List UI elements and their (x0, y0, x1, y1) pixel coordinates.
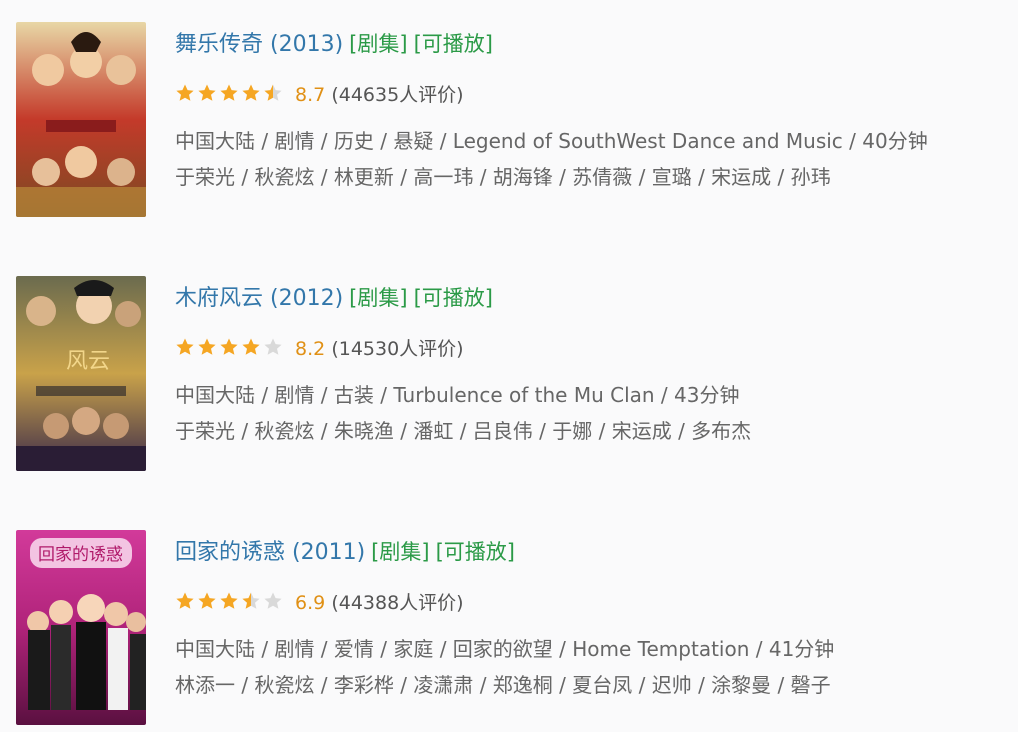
title-text: 木府风云 (175, 286, 264, 311)
item-info: 舞乐传奇 (2013) [剧集] [可播放] 8.7 (44635人评价) 中国大陆… (175, 22, 1018, 195)
year-text: (2011) (292, 540, 366, 565)
year-text: (2013) (270, 32, 344, 57)
cast-text: 于荣光 / 秋瓷炫 / 林更新 / 高一玮 / 胡海锋 / 苏倩薇 / 宣璐 /… (175, 165, 831, 189)
title-row: 木府风云 (2012) [剧集] [可播放] (175, 276, 1018, 320)
poster-art: 回家的诱惑 (16, 530, 146, 725)
list-item: 回家的诱惑 回家的诱惑 (2011) [剧集] [可播放] 6.9 (44388人 (0, 530, 1018, 730)
svg-text:风云: 风云 (66, 349, 110, 374)
tag-playable[interactable]: [可播放] (414, 286, 493, 310)
tag-series[interactable]: [剧集] (371, 540, 429, 564)
poster-image[interactable] (16, 22, 146, 217)
meta-text: 中国大陆 / 剧情 / 爱情 / 家庭 / 回家的欲望 / Home Tempt… (175, 637, 835, 661)
star-icon (198, 338, 216, 355)
rating-row: 8.2 (14530人评价) (175, 334, 1018, 364)
star-icon (264, 338, 282, 355)
star-icon (242, 592, 260, 609)
rating-row: 8.7 (44635人评价) (175, 80, 1018, 110)
star-rating-icon (175, 82, 285, 104)
title-link[interactable]: 木府风云 (2012) (175, 286, 343, 311)
votes-text[interactable]: (44635人评价) (331, 84, 463, 106)
star-icon (242, 84, 260, 101)
score-text: 6.9 (295, 592, 326, 614)
star-icon (264, 84, 282, 101)
star-icon (176, 338, 194, 355)
star-rating-icon (175, 336, 285, 358)
tag-series[interactable]: [剧集] (349, 286, 407, 310)
cast-text: 林添一 / 秋瓷炫 / 李彩桦 / 凌潇肃 / 郑逸桐 / 夏台凤 / 迟帅 /… (175, 673, 831, 697)
tag-playable[interactable]: [可播放] (436, 540, 515, 564)
title-row: 回家的诱惑 (2011) [剧集] [可播放] (175, 530, 1018, 574)
svg-text:回家的诱惑: 回家的诱惑 (38, 545, 123, 565)
star-icon (176, 84, 194, 101)
star-icon (176, 592, 194, 609)
meta-text: 中国大陆 / 剧情 / 古装 / Turbulence of the Mu Cl… (175, 383, 740, 407)
list-item: 舞乐传奇 (2013) [剧集] [可播放] 8.7 (44635人评价) 中国大陆… (0, 22, 1018, 222)
star-icon (220, 84, 238, 101)
poster-image[interactable]: 回家的诱惑 (16, 530, 146, 725)
star-icon (220, 338, 238, 355)
tag-series[interactable]: [剧集] (349, 32, 407, 56)
item-info: 木府风云 (2012) [剧集] [可播放] 8.2 (14530人评价) 中国大陆… (175, 276, 1018, 449)
poster-art (16, 22, 146, 217)
star-rating-icon (175, 590, 285, 612)
poster-image[interactable]: 风云 (16, 276, 146, 471)
star-icon (198, 84, 216, 101)
star-icon (264, 592, 282, 609)
year-text: (2012) (270, 286, 344, 311)
votes-text[interactable]: (14530人评价) (331, 338, 463, 360)
score-text: 8.2 (295, 338, 326, 360)
movie-list: 舞乐传奇 (2013) [剧集] [可播放] 8.7 (44635人评价) 中国大陆… (0, 0, 1018, 732)
cast-text: 于荣光 / 秋瓷炫 / 朱晓渔 / 潘虹 / 吕良伟 / 于娜 / 宋运成 / … (175, 419, 752, 443)
star-icon (242, 338, 260, 355)
votes-text[interactable]: (44388人评价) (331, 592, 463, 614)
score-text: 8.7 (295, 84, 326, 106)
star-icon (198, 592, 216, 609)
item-info: 回家的诱惑 (2011) [剧集] [可播放] 6.9 (44388人评价) 中国大… (175, 530, 1018, 703)
title-row: 舞乐传奇 (2013) [剧集] [可播放] (175, 22, 1018, 66)
rating-row: 6.9 (44388人评价) (175, 588, 1018, 618)
title-text: 舞乐传奇 (175, 32, 264, 57)
title-link[interactable]: 舞乐传奇 (2013) (175, 32, 343, 57)
title-text: 回家的诱惑 (175, 540, 286, 565)
tag-playable[interactable]: [可播放] (414, 32, 493, 56)
title-link[interactable]: 回家的诱惑 (2011) (175, 540, 365, 565)
star-icon (220, 592, 238, 609)
meta-text: 中国大陆 / 剧情 / 历史 / 悬疑 / Legend of SouthWes… (175, 129, 928, 153)
list-item: 风云 木府风云 (2012) [剧集] [可播放] 8.2 (14530人评价) 中… (0, 276, 1018, 476)
poster-art: 风云 (16, 276, 146, 471)
